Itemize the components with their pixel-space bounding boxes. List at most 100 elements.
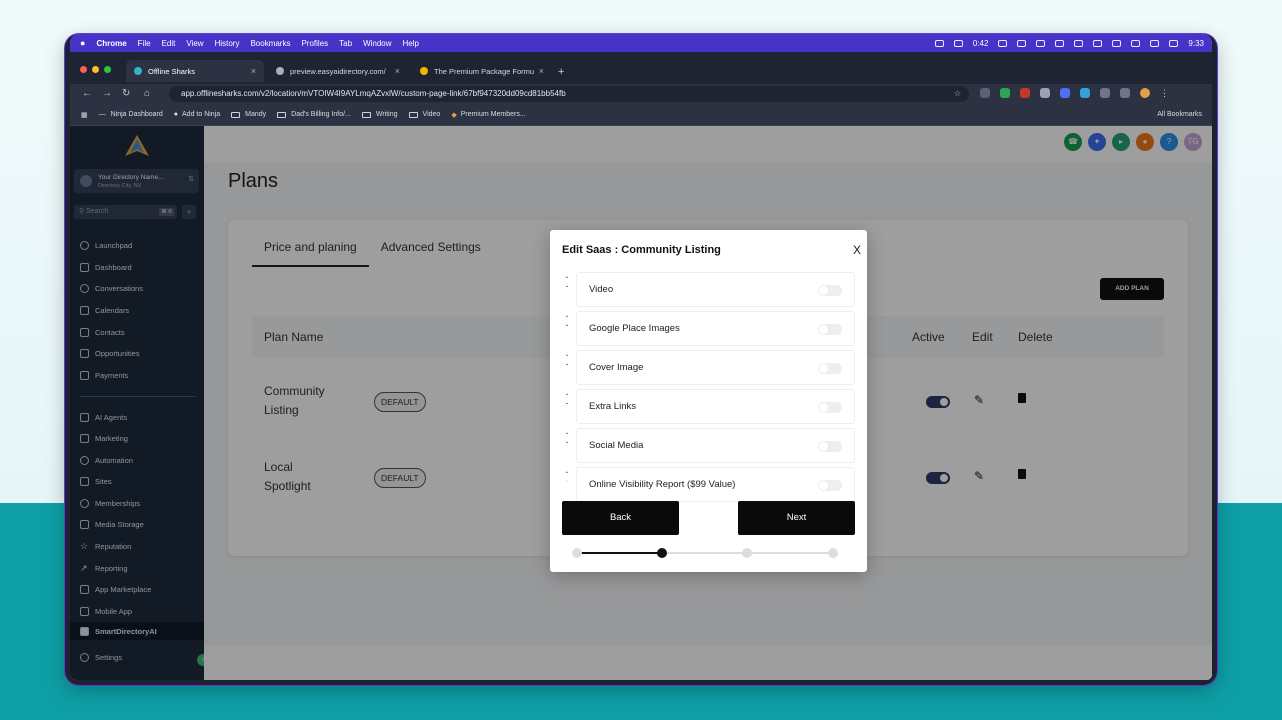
back-icon[interactable]: ← (82, 88, 92, 99)
close-modal-button[interactable]: X (853, 243, 861, 257)
clock[interactable]: 9:33 (1188, 39, 1204, 48)
profile-icon[interactable] (1140, 88, 1150, 98)
control-center-icon[interactable] (1169, 39, 1179, 47)
feature-row: ˆˇ Cover Image (562, 350, 855, 385)
status-icon[interactable] (934, 39, 944, 47)
feature-card: Social Media (576, 428, 855, 463)
feature-label: Extra Links (589, 401, 636, 412)
close-tab-icon[interactable]: × (539, 66, 544, 76)
next-button[interactable]: Next (738, 501, 855, 535)
menu-tab[interactable]: Tab (339, 39, 352, 48)
folder-icon (361, 111, 371, 118)
step-progress (572, 548, 838, 558)
bookmark-item[interactable]: ◆ Premium Members... (451, 111, 525, 119)
forward-icon[interactable]: → (102, 88, 112, 99)
menu-file[interactable]: File (138, 39, 151, 48)
reorder-arrows[interactable]: ˆˇ (562, 354, 572, 372)
menu-view[interactable]: View (186, 39, 203, 48)
search-icon[interactable] (1112, 39, 1122, 47)
mac-menu-bar: ● Chrome File Edit View History Bookmark… (70, 34, 1212, 52)
menu-edit[interactable]: Edit (162, 39, 176, 48)
puzzle-icon[interactable] (1100, 88, 1110, 98)
bookmark-item[interactable]: — Ninja Dashboard (99, 111, 163, 118)
close-window-button[interactable] (80, 66, 87, 73)
bookmark-label: Writing (375, 111, 398, 118)
bookmark-folder[interactable]: Video (408, 111, 440, 118)
extension-icon[interactable] (1080, 88, 1090, 98)
status-icon[interactable] (1017, 39, 1027, 47)
feature-toggle[interactable] (818, 324, 842, 335)
wifi-icon[interactable] (1131, 39, 1141, 47)
step-dot (742, 548, 752, 558)
close-tab-icon[interactable]: × (395, 66, 400, 76)
menu-profiles[interactable]: Profiles (301, 39, 328, 48)
browser-tab[interactable]: The Premium Package Formu × (412, 60, 552, 82)
bookmark-item[interactable]: ● Add to Ninja (174, 111, 220, 118)
status-icon[interactable] (998, 39, 1008, 47)
browser-tab-active[interactable]: Offline Sharks × (126, 60, 264, 82)
extension-icon[interactable] (980, 88, 990, 98)
sidepanel-icon[interactable] (1120, 88, 1130, 98)
display-icon[interactable] (1074, 39, 1084, 47)
app-area: Your Directory Name... Directory City, N… (70, 126, 1212, 680)
step-dot (572, 548, 582, 558)
feature-label: Video (589, 284, 614, 295)
extension-icon[interactable] (1060, 88, 1070, 98)
address-bar[interactable]: app.offlinesharks.com/v2/location/mVTOIW… (169, 86, 969, 102)
bookmark-folder[interactable]: Writing (361, 111, 398, 118)
maximize-window-button[interactable] (104, 66, 111, 73)
extension-icon[interactable] (1020, 88, 1030, 98)
browser-tab[interactable]: preview.easyaidirectory.com/ × (268, 60, 408, 82)
bookmark-star-icon[interactable]: ☆ (954, 86, 961, 102)
bookmark-label: Dad's Billing Info/... (291, 111, 351, 118)
feature-toggle[interactable] (818, 285, 842, 296)
edit-saas-modal: Edit Saas : Community Listing X ˆˇ Video… (550, 230, 867, 572)
extension-icons: ⋮ (980, 88, 1170, 98)
feature-row: ˆˇ Google Place Images (562, 311, 855, 346)
menu-bookmarks[interactable]: Bookmarks (250, 39, 290, 48)
reorder-arrows[interactable]: ˆˇ (562, 432, 572, 450)
all-bookmarks-label: All Bookmarks (1157, 111, 1202, 118)
reorder-arrows[interactable]: ˆˇ (562, 276, 572, 294)
folder-icon (408, 111, 418, 118)
close-tab-icon[interactable]: × (251, 66, 256, 76)
extension-icon[interactable] (1040, 88, 1050, 98)
dropbox-icon[interactable] (1036, 39, 1046, 47)
status-icon[interactable] (1093, 39, 1103, 47)
globe-icon: ● (173, 111, 179, 118)
apple-icon[interactable]: ● (80, 38, 85, 48)
reorder-arrows[interactable]: ˆˇ (562, 471, 572, 489)
bookmark-label: Ninja Dashboard (110, 111, 163, 118)
window-controls (80, 66, 111, 73)
apps-icon[interactable]: ▦ (81, 111, 88, 119)
new-tab-icon[interactable]: + (558, 66, 564, 78)
bookmark-label: Add to Ninja (182, 111, 221, 118)
back-button[interactable]: Back (562, 501, 679, 535)
home-icon[interactable]: ⌂ (144, 88, 150, 99)
progress-fill (576, 552, 662, 554)
status-icon[interactable] (953, 39, 963, 47)
feature-toggle[interactable] (818, 363, 842, 374)
menu-window[interactable]: Window (363, 39, 391, 48)
bookmark-folder[interactable]: Dad's Billing Info/... (277, 111, 351, 118)
feature-toggle[interactable] (818, 402, 842, 413)
feature-toggle[interactable] (818, 441, 842, 452)
menu-dots-icon[interactable]: ⋮ (1160, 88, 1170, 98)
extension-icon[interactable] (1000, 88, 1010, 98)
menu-history[interactable]: History (215, 39, 240, 48)
reload-icon[interactable]: ↻ (122, 88, 130, 99)
minimize-window-button[interactable] (92, 66, 99, 73)
feature-card: Google Place Images (576, 311, 855, 346)
reorder-arrows[interactable]: ˆˇ (562, 315, 572, 333)
reorder-arrows[interactable]: ˆˇ (562, 393, 572, 411)
step-dot (828, 548, 838, 558)
timer-readout[interactable]: 0:42 (973, 39, 989, 48)
feature-row: ˆˇ Extra Links (562, 389, 855, 424)
menu-help[interactable]: Help (403, 39, 419, 48)
all-bookmarks[interactable]: All Bookmarks (1157, 111, 1202, 118)
feature-card: Cover Image (576, 350, 855, 385)
feature-toggle[interactable] (818, 480, 842, 491)
status-icon[interactable] (1055, 39, 1065, 47)
bookmark-folder[interactable]: Mandy (231, 111, 266, 118)
menu-chrome[interactable]: Chrome (96, 39, 126, 48)
